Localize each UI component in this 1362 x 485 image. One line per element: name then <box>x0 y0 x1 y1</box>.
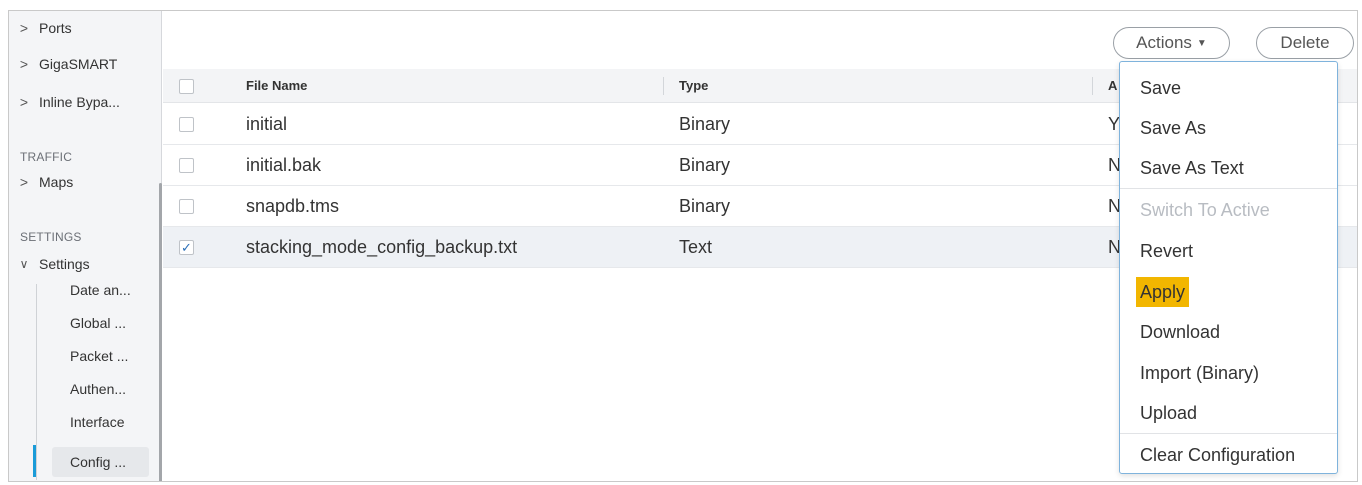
cell-file-name: initial.bak <box>246 155 322 175</box>
row-checkbox[interactable] <box>179 158 194 173</box>
sidebar-item-label: Inline Bypa... <box>39 94 120 110</box>
cell-type: Binary <box>679 196 731 216</box>
sidebar-scrollbar[interactable] <box>159 183 162 481</box>
menu-item-upload[interactable]: Upload <box>1120 393 1337 433</box>
column-header-type[interactable]: Type <box>679 69 708 103</box>
delete-button[interactable]: Delete <box>1256 27 1354 59</box>
sidebar-item-interface[interactable]: Interface <box>52 407 149 437</box>
menu-item-switch-to-active: Switch To Active <box>1140 200 1270 220</box>
cell-type: Binary <box>679 114 731 134</box>
section-settings: SETTINGS <box>20 230 82 244</box>
chevron-right-icon: > <box>19 20 29 36</box>
cell-type: Binary <box>679 155 731 175</box>
caret-down-icon: ▼ <box>1196 37 1207 49</box>
menu-item-import-binary[interactable]: Import (Binary) <box>1120 353 1337 393</box>
menu-item-save-as[interactable]: Save As <box>1120 108 1337 148</box>
column-header-third[interactable]: A <box>1108 69 1117 103</box>
cell-file-name: stacking_mode_config_backup.txt <box>246 237 518 257</box>
sidebar-item-gigasmart[interactable]: > GigaSMART <box>9 53 162 75</box>
row-checkbox[interactable] <box>179 117 194 132</box>
row-checkbox[interactable] <box>179 199 194 214</box>
menu-item-apply-label: Apply <box>1136 277 1190 307</box>
menu-separator <box>1120 433 1337 434</box>
menu-separator <box>1120 188 1337 189</box>
sidebar-item-maps[interactable]: > Maps <box>9 171 162 193</box>
active-indicator <box>33 445 36 477</box>
sidebar-item-inline-bypass[interactable]: > Inline Bypa... <box>9 91 162 113</box>
app-frame: > Ports > GigaSMART > Inline Bypa... TRA… <box>8 10 1358 482</box>
sidebar-item-date[interactable]: Date an... <box>52 275 149 305</box>
sidebar-group-settings[interactable]: ∨ Settings <box>9 253 162 275</box>
sidebar-item-label: Settings <box>39 256 90 272</box>
column-divider <box>1092 77 1093 95</box>
cell-type: Text <box>679 237 713 257</box>
menu-item-save-as-text[interactable]: Save As Text <box>1120 148 1337 188</box>
sidebar-item-config[interactable]: Config ... <box>52 447 149 477</box>
chevron-down-icon: ∨ <box>19 257 29 271</box>
chevron-right-icon: > <box>19 56 29 72</box>
sidebar: > Ports > GigaSMART > Inline Bypa... TRA… <box>9 11 162 481</box>
cell-file-name: initial <box>246 114 288 134</box>
sidebar-item-packet[interactable]: Packet ... <box>52 341 149 371</box>
sidebar-item-label: Ports <box>39 20 72 36</box>
cell-file-name: snapdb.tms <box>246 196 340 216</box>
column-divider <box>663 77 664 95</box>
tree-guide-line <box>36 284 37 480</box>
menu-item-apply[interactable]: Apply <box>1120 272 1337 312</box>
sidebar-item-authentication[interactable]: Authen... <box>52 374 149 404</box>
row-checkbox-checked[interactable]: ✓ <box>179 240 194 255</box>
chevron-right-icon: > <box>19 94 29 110</box>
actions-dropdown-menu: Save Save As Save As Text Switch To Acti… <box>1119 61 1338 474</box>
menu-item-clear-configuration[interactable]: Clear Configuration <box>1120 435 1337 475</box>
actions-button[interactable]: Actions ▼ <box>1113 27 1230 59</box>
sidebar-item-global[interactable]: Global ... <box>52 308 149 338</box>
main-content: Actions ▼ Delete File Name Type A initia… <box>163 11 1357 481</box>
sidebar-item-ports[interactable]: > Ports <box>9 17 162 39</box>
sidebar-item-label: GigaSMART <box>39 56 118 72</box>
menu-item-revert[interactable]: Revert <box>1120 231 1337 271</box>
actions-button-label: Actions <box>1136 33 1192 52</box>
menu-item-download[interactable]: Download <box>1120 312 1337 352</box>
column-header-file-name[interactable]: File Name <box>246 69 307 103</box>
chevron-right-icon: > <box>19 174 29 190</box>
section-traffic: TRAFFIC <box>20 150 73 164</box>
sidebar-item-label: Maps <box>39 174 74 190</box>
select-all-checkbox[interactable] <box>179 79 194 94</box>
menu-item-save[interactable]: Save <box>1120 68 1337 108</box>
